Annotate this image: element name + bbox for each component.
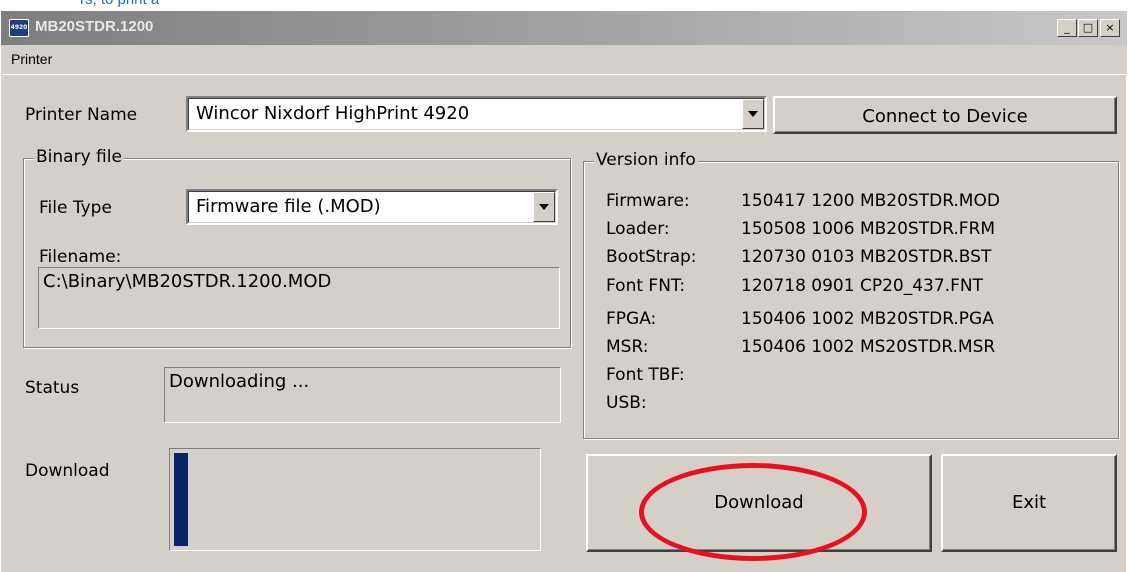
binary-file-title: Binary file bbox=[34, 147, 124, 167]
main-window: 4920 MB20STDR.1200 _ □ × Printer Printer… bbox=[0, 10, 1127, 572]
file-type-label: File Type bbox=[39, 198, 112, 218]
window-title: MB20STDR.1200 bbox=[35, 18, 154, 35]
connect-to-device-button[interactable]: Connect to Device bbox=[773, 96, 1117, 134]
title-bar[interactable]: 4920 MB20STDR.1200 _ □ × bbox=[1, 11, 1127, 45]
version-value: 150406 1002 MS20STDR.MSR bbox=[741, 337, 996, 357]
highlight-ellipse bbox=[639, 463, 867, 561]
status-value: Downloading ... bbox=[169, 371, 310, 392]
version-key: FPGA: bbox=[606, 309, 657, 329]
version-key: USB: bbox=[606, 393, 647, 413]
exit-button[interactable]: Exit bbox=[941, 454, 1117, 552]
maximize-button[interactable]: □ bbox=[1078, 19, 1098, 37]
connect-to-device-label: Connect to Device bbox=[862, 106, 1028, 127]
version-value: 150508 1006 MB20STDR.FRM bbox=[741, 219, 996, 239]
version-value: 150417 1200 MB20STDR.MOD bbox=[741, 191, 1000, 211]
download-label: Download bbox=[25, 461, 110, 481]
filename-value: C:\Binary\MB20STDR.1200.MOD bbox=[43, 271, 332, 292]
file-type-select[interactable]: Firmware file (.MOD) bbox=[186, 189, 558, 225]
app-icon: 4920 bbox=[9, 19, 29, 37]
download-progress-bar bbox=[169, 448, 541, 551]
close-button[interactable]: × bbox=[1100, 19, 1120, 37]
minimize-button[interactable]: _ bbox=[1057, 19, 1077, 37]
chevron-down-icon[interactable] bbox=[533, 192, 555, 222]
version-info-group: Version info Firmware: 150417 1200 MB20S… bbox=[583, 150, 1119, 439]
filename-label: Filename: bbox=[39, 247, 122, 267]
version-key: Firmware: bbox=[606, 191, 690, 211]
version-key: Font FNT: bbox=[606, 276, 686, 296]
printer-name-label: Printer Name bbox=[25, 105, 138, 125]
progress-fill bbox=[174, 453, 188, 546]
version-value: 120718 0901 CP20_437.FNT bbox=[741, 276, 983, 296]
status-field: Downloading ... bbox=[164, 367, 561, 423]
menu-bar: Printer bbox=[1, 45, 1127, 75]
chevron-down-icon[interactable] bbox=[742, 99, 764, 129]
background-page-text: rs, to print a bbox=[80, 0, 159, 8]
file-type-value: Firmware file (.MOD) bbox=[196, 196, 381, 217]
version-value: 150406 1002 MB20STDR.PGA bbox=[741, 309, 994, 329]
version-value: 120730 0103 MB20STDR.BST bbox=[741, 247, 992, 267]
menu-printer[interactable]: Printer bbox=[11, 51, 52, 67]
printer-name-select[interactable]: Wincor Nixdorf HighPrint 4920 bbox=[186, 96, 767, 132]
exit-button-label: Exit bbox=[1011, 492, 1047, 513]
version-key: Font TBF: bbox=[606, 365, 685, 385]
status-label: Status bbox=[25, 378, 80, 398]
version-info-title: Version info bbox=[594, 150, 698, 170]
printer-name-value: Wincor Nixdorf HighPrint 4920 bbox=[196, 103, 470, 124]
version-key: MSR: bbox=[606, 337, 649, 357]
version-key: Loader: bbox=[606, 219, 670, 239]
filename-field[interactable]: C:\Binary\MB20STDR.1200.MOD bbox=[38, 267, 560, 329]
version-key: BootStrap: bbox=[606, 247, 697, 267]
